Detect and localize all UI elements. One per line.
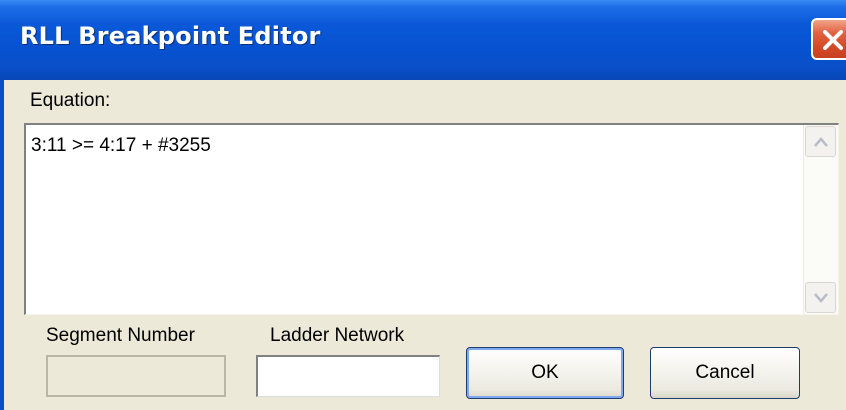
ladder-network-input[interactable] — [256, 355, 440, 397]
window-border — [0, 80, 4, 410]
scroll-up-button[interactable] — [805, 126, 836, 157]
equation-label: Equation: — [30, 90, 111, 111]
segment-number-field — [46, 355, 226, 397]
cancel-button[interactable]: Cancel — [650, 347, 800, 399]
chevron-down-icon — [814, 293, 828, 303]
vertical-scrollbar[interactable] — [803, 125, 838, 314]
segment-number-label: Segment Number — [46, 325, 195, 346]
ladder-network-label: Ladder Network — [270, 325, 405, 346]
scroll-down-button[interactable] — [805, 282, 836, 313]
equation-textarea[interactable]: 3:11 >= 4:17 + #3255 — [24, 123, 839, 315]
title-bar[interactable]: RLL Breakpoint Editor — [0, 0, 846, 80]
close-button[interactable] — [811, 18, 846, 60]
close-icon — [823, 30, 843, 50]
equation-text[interactable]: 3:11 >= 4:17 + #3255 — [31, 135, 211, 157]
ok-button[interactable]: OK — [466, 347, 624, 399]
window-title: RLL Breakpoint Editor — [20, 22, 321, 50]
chevron-up-icon — [814, 137, 828, 147]
